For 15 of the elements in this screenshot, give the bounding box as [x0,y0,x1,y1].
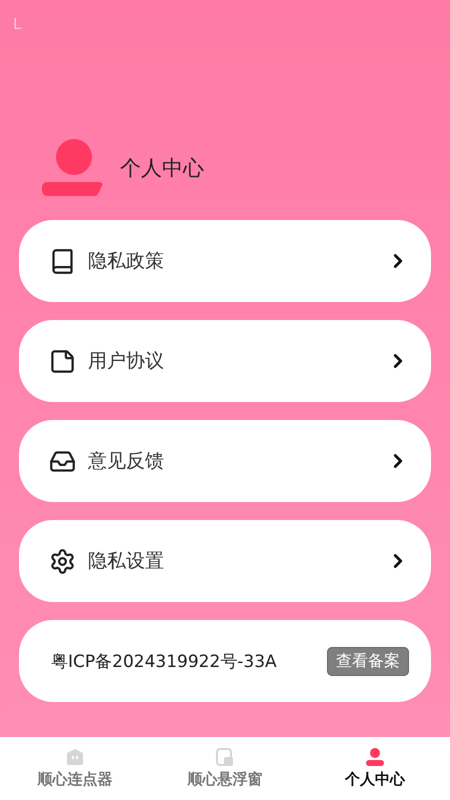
menu-item[interactable]: 用户协议 [19,320,431,402]
profile-title: 个人中心 [120,155,204,182]
view-record-button[interactable]: 查看备案 [327,646,409,676]
settings-icon [49,548,76,574]
menu-item[interactable]: 意见反馈 [19,420,431,502]
person-icon [365,748,385,766]
menu-item[interactable]: 隐私政策 [19,220,431,302]
menu-item[interactable]: 隐私设置 [19,520,431,602]
window-icon [216,748,234,766]
icp-number: 粤ICP备2024319922号-33A [50,650,278,672]
note-icon [49,348,76,374]
tab[interactable]: 个人中心 [300,737,450,800]
status-text: L [13,15,22,33]
tab[interactable]: 顺心悬浮窗 [150,737,300,800]
tab[interactable]: 顺心连点器 [0,737,150,800]
